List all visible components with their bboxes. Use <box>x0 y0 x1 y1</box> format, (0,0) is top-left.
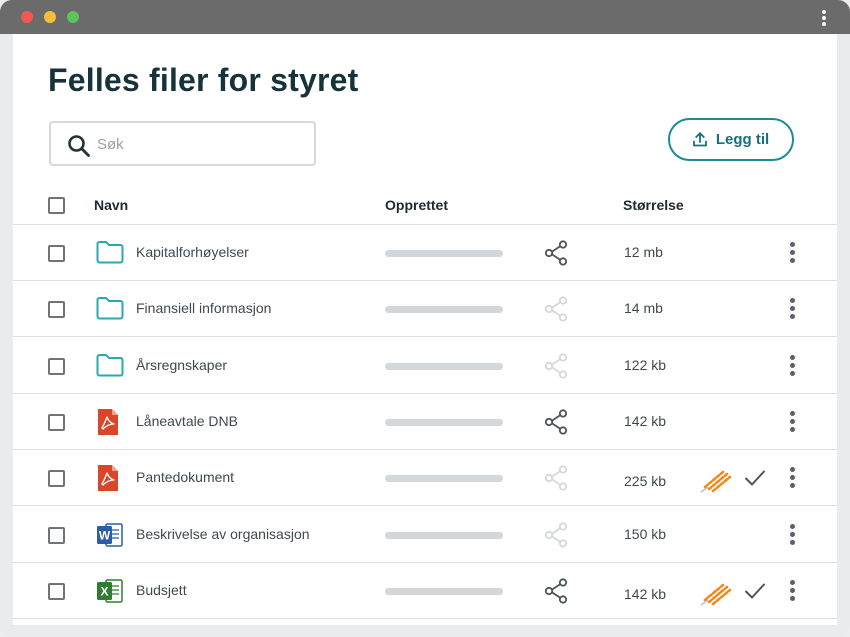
created-date-placeholder <box>385 532 503 539</box>
row-checkbox[interactable] <box>48 583 65 600</box>
search-box[interactable] <box>49 121 316 166</box>
table-header: Navn Opprettet Størrelse <box>13 187 837 225</box>
column-header-created[interactable]: Opprettet <box>385 197 448 213</box>
pdf-icon <box>96 464 120 497</box>
more-options-icon[interactable] <box>788 580 796 602</box>
more-options-icon[interactable] <box>788 411 796 433</box>
file-row[interactable]: Kapitalforhøyelser 12 mb <box>13 225 837 281</box>
row-checkbox[interactable] <box>48 470 65 487</box>
maximize-window-button[interactable] <box>67 11 79 23</box>
created-date-placeholder <box>385 419 503 426</box>
file-size: 122 kb <box>624 357 667 373</box>
row-checkbox[interactable] <box>48 358 65 375</box>
main-content: Felles filer for styret Legg til Navn Op… <box>13 34 837 625</box>
file-size: 150 kb <box>624 526 667 542</box>
page-title: Felles filer for styret <box>48 62 359 98</box>
file-size: 142 kb <box>624 586 667 602</box>
checkmark-icon <box>744 469 766 492</box>
checkmark-icon <box>744 582 766 605</box>
add-file-button[interactable]: Legg til <box>668 118 794 161</box>
file-row[interactable]: W Beskrivelse av organisasjon 150 kb <box>13 507 837 563</box>
signature-icon <box>699 466 733 499</box>
file-name[interactable]: Beskrivelse av organisasjon <box>136 526 310 542</box>
share-icon[interactable] <box>544 240 568 271</box>
more-options-icon[interactable] <box>788 524 796 546</box>
file-name[interactable]: Finansiell informasjon <box>136 300 271 316</box>
file-row[interactable]: X Budsjett 142 kb <box>13 563 837 619</box>
file-size: 225 kb <box>624 473 667 489</box>
share-icon[interactable] <box>544 409 568 440</box>
share-icon[interactable] <box>544 578 568 609</box>
share-icon[interactable] <box>544 522 568 553</box>
file-size: 142 kb <box>624 413 667 429</box>
svg-text:X: X <box>100 585 108 599</box>
more-options-icon[interactable] <box>788 355 796 377</box>
search-input[interactable] <box>97 133 297 155</box>
created-date-placeholder <box>385 363 503 370</box>
folder-icon <box>96 353 124 382</box>
search-icon <box>68 135 90 157</box>
word-icon: W <box>96 521 124 554</box>
file-name[interactable]: Budsjett <box>136 582 187 598</box>
file-name[interactable]: Pantedokument <box>136 469 234 485</box>
select-all-checkbox[interactable] <box>48 197 65 214</box>
window-titlebar <box>0 0 850 34</box>
row-checkbox[interactable] <box>48 414 65 431</box>
file-size: 12 mb <box>624 244 663 260</box>
folder-icon <box>96 240 124 269</box>
row-checkbox[interactable] <box>48 245 65 262</box>
svg-text:W: W <box>99 529 111 543</box>
row-checkbox[interactable] <box>48 527 65 544</box>
file-row[interactable]: Finansiell informasjon 14 mb <box>13 281 837 337</box>
close-window-button[interactable] <box>21 11 33 23</box>
share-icon[interactable] <box>544 353 568 384</box>
folder-icon <box>96 296 124 325</box>
add-button-label: Legg til <box>715 131 770 148</box>
browser-window: Felles filer for styret Legg til Navn Op… <box>0 0 850 637</box>
more-options-icon[interactable] <box>788 467 796 489</box>
file-row[interactable]: Pantedokument 225 kb <box>13 450 837 506</box>
share-icon[interactable] <box>544 465 568 496</box>
column-header-name[interactable]: Navn <box>94 197 128 213</box>
signature-icon <box>699 579 733 612</box>
file-row[interactable]: Låneavtale DNB 142 kb <box>13 394 837 450</box>
row-checkbox[interactable] <box>48 301 65 318</box>
created-date-placeholder <box>385 306 503 313</box>
window-menu-icon[interactable] <box>820 10 828 26</box>
column-header-size[interactable]: Størrelse <box>623 197 684 213</box>
file-size: 14 mb <box>624 300 663 316</box>
file-name[interactable]: Kapitalforhøyelser <box>136 244 249 260</box>
file-name[interactable]: Årsregnskaper <box>136 357 227 373</box>
minimize-window-button[interactable] <box>44 11 56 23</box>
upload-icon <box>692 132 707 147</box>
file-row[interactable]: Årsregnskaper 122 kb <box>13 338 837 394</box>
pdf-icon <box>96 408 120 441</box>
created-date-placeholder <box>385 250 503 257</box>
share-icon[interactable] <box>544 296 568 327</box>
created-date-placeholder <box>385 588 503 595</box>
created-date-placeholder <box>385 475 503 482</box>
excel-icon: X <box>96 577 124 610</box>
more-options-icon[interactable] <box>788 242 796 264</box>
file-name[interactable]: Låneavtale DNB <box>136 413 238 429</box>
more-options-icon[interactable] <box>788 298 796 320</box>
